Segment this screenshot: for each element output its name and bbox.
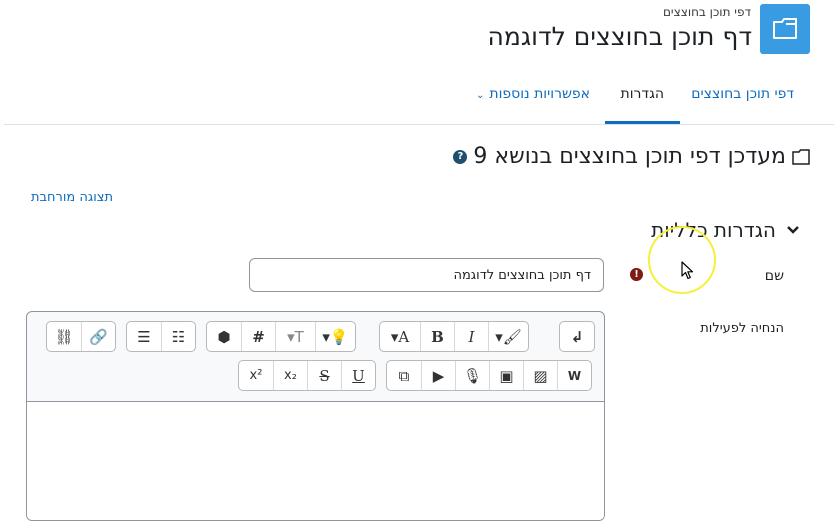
strikethrough-button[interactable]: S [307,361,341,390]
cursor-highlight [648,226,716,294]
text-size-icon[interactable]: ▾T [275,322,315,351]
link-icon[interactable]: 🔗 [81,322,115,351]
mouse-cursor-icon [681,261,694,280]
unordered-list-icon[interactable]: ☷ [161,322,195,351]
help-icon[interactable]: ? [453,149,468,164]
image-icon[interactable]: ▨ [523,361,557,390]
unlink-icon[interactable]: ⛓ [47,322,81,351]
record-audio-icon[interactable]: 🎙 [455,361,489,390]
toolbar-group-media: ⧉ ▶ 🎙 ▣ ▨ W [386,360,592,391]
editor-content-area[interactable] [27,401,604,520]
ordered-list-icon[interactable]: ☰ [127,322,161,351]
font-size-button[interactable]: ▾A [380,322,420,351]
tab-pages[interactable]: דפי תוכן בחוצצים [691,86,794,102]
page-heading: מעדכן דפי תוכן בחוצצים בנושא 9 ? [453,144,810,169]
word-import-icon[interactable]: W [557,361,591,390]
accessibility-check-icon[interactable]: ▾💡 [315,322,355,351]
tab-more-label: אפשרויות נוספות [489,86,590,102]
name-label: שם [764,268,784,284]
pilcrow-ltr-icon[interactable]: ↲ [560,322,594,351]
toolbar-group-format: ▾A B I ▾🖌 [379,321,529,352]
h5p-icon[interactable]: ⬢ [207,322,241,351]
chevron-down-icon [787,226,799,234]
toolbar-group-insert: ⬢ # ▾T ▾💡 [206,321,356,352]
italic-button[interactable]: I [454,322,488,351]
hashtag-icon[interactable]: # [241,322,275,351]
heading-text: מעדכן דפי תוכן בחוצצים בנושא 9 [473,144,786,169]
expand-all-link[interactable]: תצוגה מורחבת [31,190,113,205]
intro-label: הנחיה לפעילות [700,321,784,336]
text-color-button[interactable]: ▾🖌 [488,322,528,351]
chevron-down-icon: ⌄ [476,90,485,101]
folder-icon [792,148,810,165]
toolbar-group-lists: ☰ ☷ [126,321,196,352]
toolbar-group-links: ⛓ 🔗 [46,321,116,352]
toolbar-group-direction: ↲ [559,321,595,352]
page-icon [760,4,810,54]
underline-button[interactable]: U [341,361,375,390]
bold-button[interactable]: B [420,322,454,351]
record-video-icon[interactable]: ▶ [421,361,455,390]
tab-more-options[interactable]: אפשרויות נוספות ⌄ [476,86,590,106]
subscript-button[interactable]: x₂ [273,361,307,390]
divider [4,124,834,125]
folder-tab-icon [773,18,797,39]
name-input[interactable] [249,258,604,292]
breadcrumb[interactable]: דפי תוכן בחוצצים [663,5,751,19]
tab-settings[interactable]: הגדרות [621,86,664,102]
media-icon[interactable]: ▣ [489,361,523,390]
required-icon: ! [630,268,643,281]
page-title: דף תוכן בחוצצים לדוגמה [487,22,752,51]
text-editor[interactable]: ↲ ▾A B I ▾🖌 ⬢ # ▾T ▾💡 ☰ ☷ ⛓ 🔗 ⧉ ▶ 🎙 ▣ ▨ … [26,311,605,521]
superscript-button[interactable]: x² [239,361,273,390]
copy-icon[interactable]: ⧉ [387,361,421,390]
toolbar-group-style: x² x₂ S U [238,360,376,391]
